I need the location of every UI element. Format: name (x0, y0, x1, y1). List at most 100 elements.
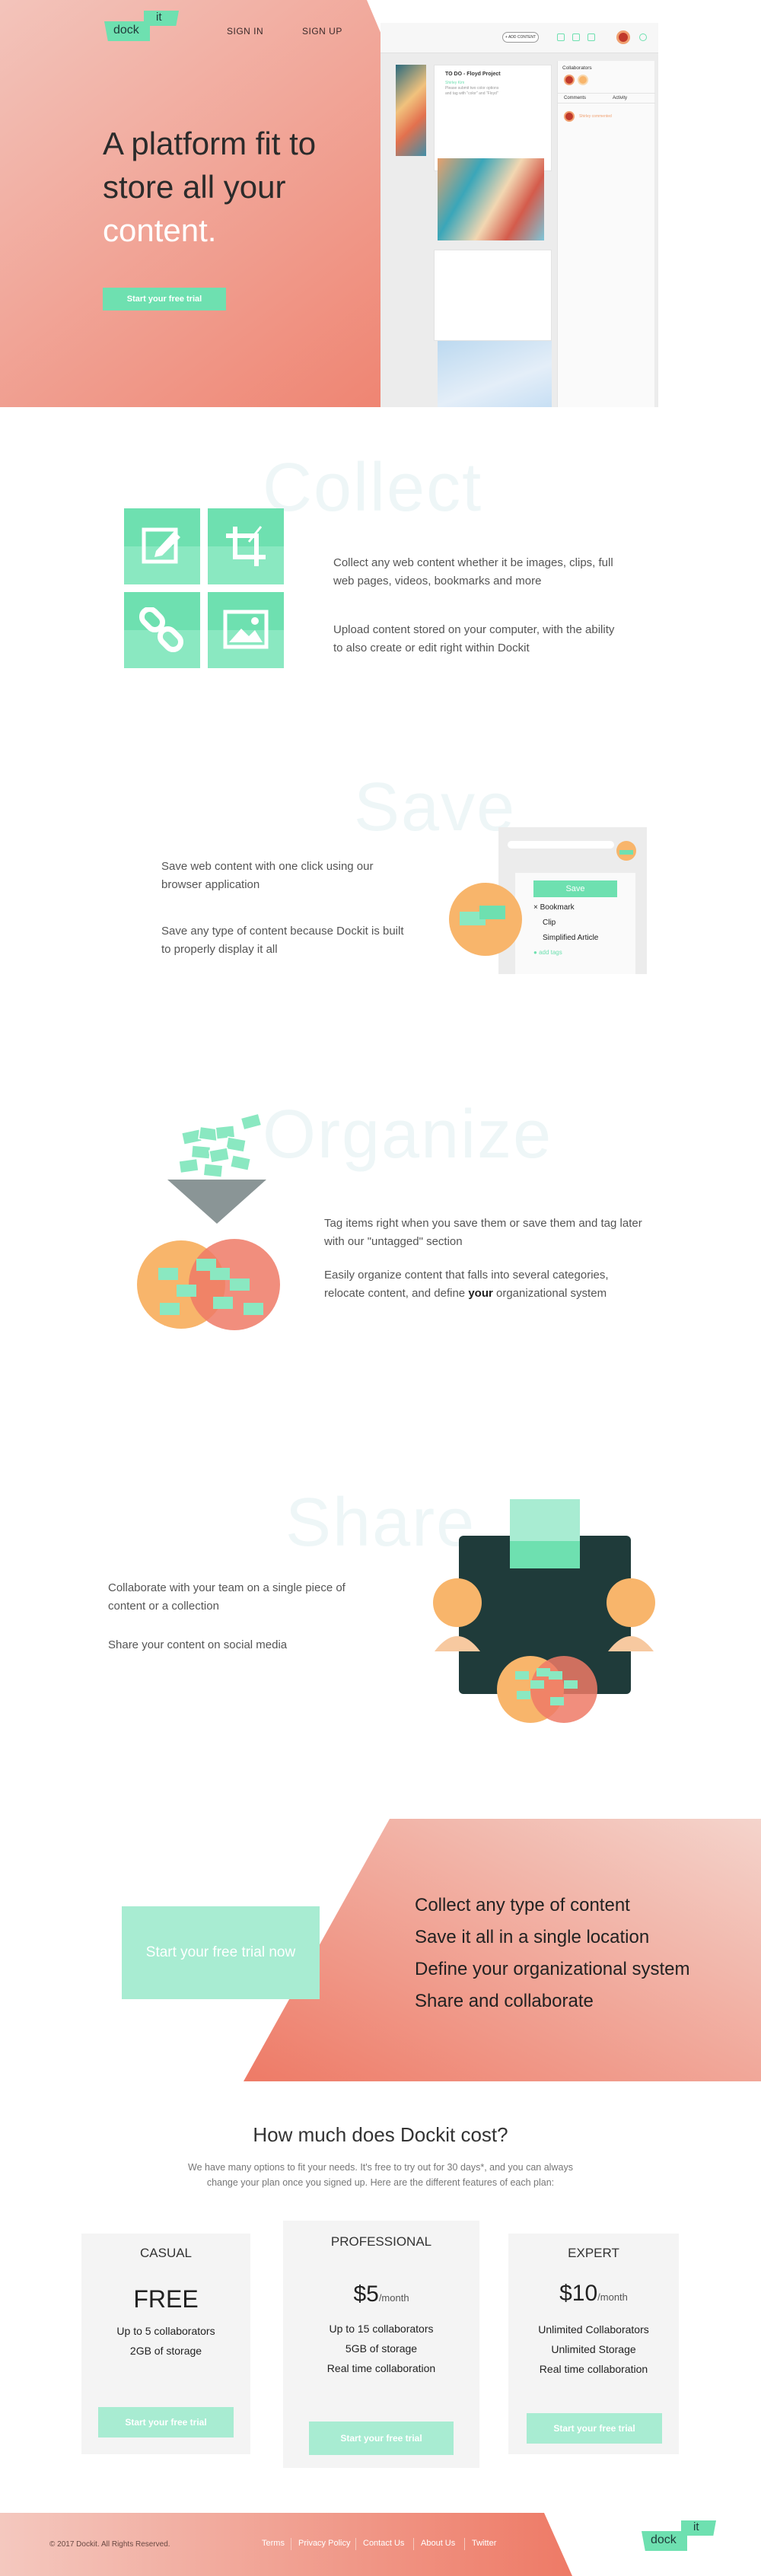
mock-collab-avatar-2 (578, 75, 588, 85)
link-tile (124, 592, 200, 668)
plan-card-professional: PROFESSIONAL $5/month Up to 15 collabora… (283, 2221, 479, 2468)
collect-ghost-heading: Collect (263, 450, 483, 526)
save-ghost-heading: Save (354, 769, 517, 845)
link-icon (139, 607, 184, 653)
mock-comment-preview: Shirley commented (579, 114, 612, 119)
plan-feature: Unlimited Storage (551, 2343, 636, 2355)
mock-street-photo (438, 158, 544, 240)
mock-card-title: TO DO - Floyd Project (445, 72, 501, 77)
plan-card-expert: EXPERT $10/month Unlimited Collaborators… (508, 2234, 679, 2454)
collaboration-illustration (433, 1499, 655, 1723)
popup-option-clip: Clip (543, 919, 556, 927)
crop-icon (226, 526, 266, 566)
plan-casual-trial-button[interactable]: Start your free trial (98, 2407, 234, 2437)
content-circle-illustration (449, 883, 522, 956)
plan-feature: Up to 5 collaborators (116, 2325, 215, 2337)
extension-icon (616, 841, 636, 861)
share-text-1: Collaborate with your team on a single p… (108, 1581, 345, 1613)
cta-band-background (244, 1819, 761, 2081)
plan-card-casual: CASUAL FREE Up to 5 collaborators 2GB of… (81, 2234, 250, 2454)
save-popup: Save × Bookmark Clip Simplified Article … (515, 873, 635, 974)
share-text-2: Share your content on social media (108, 1638, 288, 1651)
footer-copyright: © 2017 Dockit. All Rights Reserved. (49, 2540, 170, 2549)
plan-price: FREE (133, 2285, 199, 2313)
plan-feature: 5GB of storage (345, 2342, 418, 2355)
collect-text-2: Upload content stored on your computer, … (333, 623, 615, 654)
browser-address-bar (508, 841, 614, 849)
mock-sky-photo (438, 341, 552, 407)
mock-gear-icon (639, 33, 647, 41)
sign-in-link[interactable]: SIGN IN (227, 26, 263, 37)
cta-feature-2: Save it all in a single location (415, 1927, 650, 1947)
cta-feature-3: Define your organizational system (415, 1959, 690, 1979)
cta-feature-4: Share and collaborate (415, 1991, 594, 2011)
plan-price: $10/month (559, 2281, 628, 2306)
plan-professional-trial-button[interactable]: Start your free trial (309, 2422, 454, 2455)
organize-text-1: Tag items right when you save them or sa… (324, 1217, 642, 1248)
mock-collab-avatar-1 (564, 75, 575, 85)
image-icon (223, 610, 269, 649)
footer-link-terms[interactable]: Terms (262, 2539, 285, 2548)
save-text-2: Save any type of content because Dockit … (161, 925, 404, 956)
mock-tabs: Comments Activity (558, 93, 655, 103)
mock-link-icon (587, 33, 595, 41)
plan-expert-trial-button[interactable]: Start your free trial (527, 2413, 662, 2444)
popup-save-button: Save (533, 880, 617, 897)
popup-add-tags: ● add tags (533, 949, 562, 956)
funnel-venn-illustration (137, 1113, 280, 1330)
mock-topbar: + ADD CONTENT (380, 23, 658, 53)
plan-name: EXPERT (568, 2246, 619, 2260)
plan-feature: Real time collaboration (326, 2362, 436, 2374)
mock-add-content-button: + ADD CONTENT (502, 32, 539, 43)
cta-band-section: Start your free trial now Collect any ty… (0, 1819, 761, 2081)
cta-feature-1: Collect any type of content (415, 1895, 630, 1915)
plan-price: $5/month (353, 2281, 409, 2307)
mock-card-2 (434, 250, 552, 341)
mock-collaborators-label: Collaborators (562, 65, 592, 71)
logo-text-dock: dock (113, 24, 139, 37)
popup-option-bookmark: × Bookmark (533, 903, 575, 912)
plan-feature: Real time collaboration (539, 2363, 648, 2375)
hero-section: dock it SIGN IN SIGN UP A platform fit t… (0, 0, 761, 411)
footer-logo[interactable]: dock it (642, 2520, 721, 2554)
footer-link-about[interactable]: About Us (421, 2539, 455, 2548)
mock-folder-icon (572, 33, 580, 41)
hero-free-trial-button[interactable]: Start your free trial (103, 288, 226, 310)
hero-title: A platform fit to store all your content… (103, 122, 422, 252)
mock-sidebar: Collaborators Comments Activity Shirley … (557, 61, 655, 407)
collect-text-1: Collect any web content whether it be im… (333, 556, 613, 587)
free-trial-now-button[interactable]: Start your free trial now (122, 1906, 320, 1999)
footer-link-contact[interactable]: Contact Us (363, 2539, 404, 2548)
plan-feature: Unlimited Collaborators (538, 2323, 649, 2336)
mock-card-text: Please submit two color options and tag … (445, 86, 499, 96)
hero-title-line2: store all your (103, 169, 286, 205)
footer-link-privacy[interactable]: Privacy Policy (298, 2539, 350, 2548)
image-tile (208, 592, 284, 668)
sign-up-link[interactable]: SIGN UP (302, 26, 342, 37)
crop-tile (208, 508, 284, 584)
save-text-1: Save web content with one click using ou… (161, 860, 374, 891)
mock-card-author: Shirley Kim (445, 81, 465, 85)
organize-ghost-heading: Organize (263, 1097, 553, 1173)
logo-text-it: it (156, 11, 162, 24)
mock-comment-avatar (564, 111, 575, 122)
mock-tab-activity: Activity (613, 96, 628, 100)
mock-user-avatar (616, 30, 630, 44)
pricing-title: How much does Dockit cost? (253, 2123, 508, 2146)
footer-logo-text-dock: dock (651, 2533, 677, 2546)
edit-icon (142, 527, 180, 564)
mock-tab-comments: Comments (564, 96, 587, 100)
pricing-subtitle: We have many options to fit your needs. … (188, 2162, 573, 2188)
mock-card-image (396, 65, 426, 156)
popup-option-article: Simplified Article (543, 934, 599, 942)
plan-feature: Up to 15 collaborators (329, 2323, 434, 2335)
footer-link-twitter[interactable]: Twitter (472, 2539, 496, 2548)
edit-tile (124, 508, 200, 584)
plan-name: CASUAL (139, 2246, 193, 2260)
browser-window-illustration: Save × Bookmark Clip Simplified Article … (498, 827, 647, 974)
footer-logo-text-it: it (693, 2520, 699, 2533)
logo[interactable]: dock it (104, 11, 183, 44)
app-screenshot-mockup: + ADD CONTENT TO DO - Floyd Project Shir… (380, 23, 658, 407)
hero-title-line3: content. (103, 212, 217, 248)
footer: © 2017 Dockit. All Rights Reserved. Term… (0, 2513, 761, 2576)
